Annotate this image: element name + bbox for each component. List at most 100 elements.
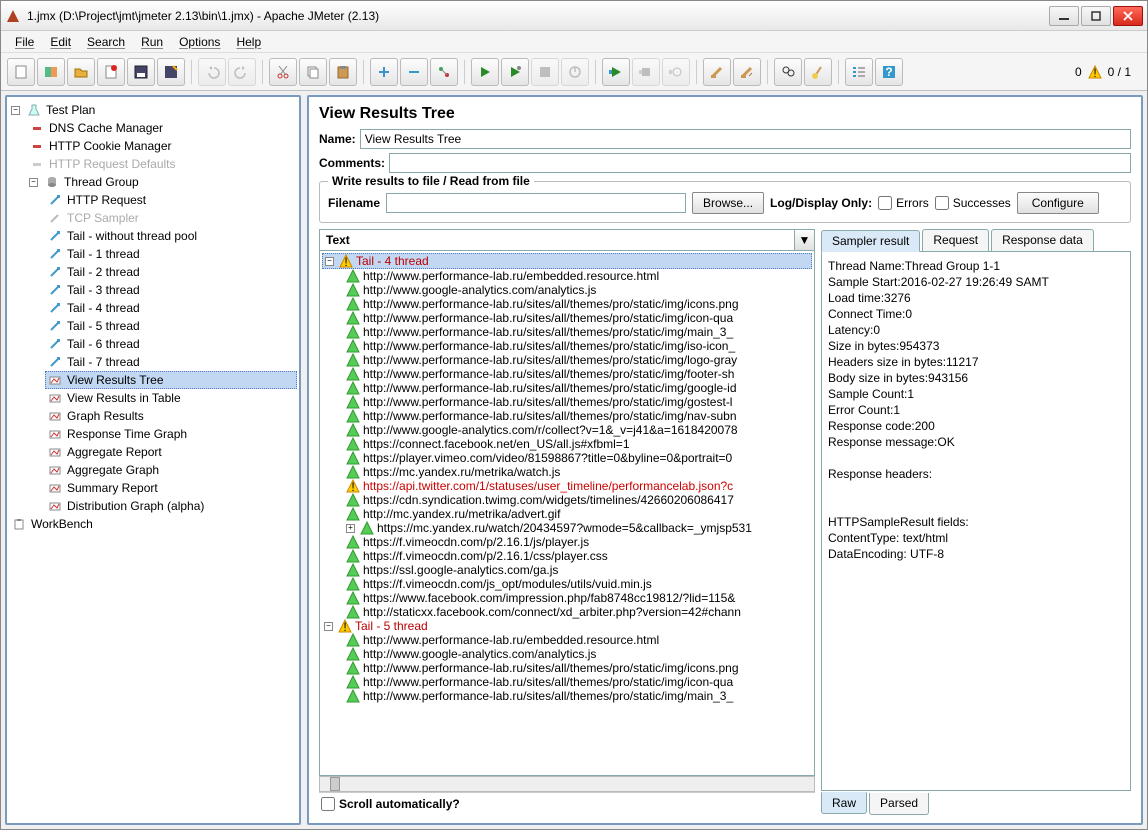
- tree-listener[interactable]: View Results Tree: [45, 371, 297, 389]
- renderer-combo[interactable]: Text ▼: [319, 229, 815, 251]
- save-button[interactable]: [127, 58, 155, 86]
- tree-listener[interactable]: Distribution Graph (alpha): [45, 497, 297, 515]
- tree-listener[interactable]: View Results in Table: [45, 389, 297, 407]
- remote-start-button[interactable]: [602, 58, 630, 86]
- expand-button[interactable]: [370, 58, 398, 86]
- close-file-button[interactable]: [97, 58, 125, 86]
- tree-listener[interactable]: Summary Report: [45, 479, 297, 497]
- result-item[interactable]: http://www.performance-lab.ru/sites/all/…: [344, 311, 812, 325]
- result-item[interactable]: https://f.vimeocdn.com/js_opt/modules/ut…: [344, 577, 812, 591]
- configure-button[interactable]: Configure: [1017, 192, 1099, 214]
- toggle-icon[interactable]: −: [325, 257, 334, 266]
- tab-response-data[interactable]: Response data: [991, 229, 1094, 251]
- tree-tail[interactable]: Tail - 4 thread: [45, 299, 297, 317]
- name-input[interactable]: [360, 129, 1131, 149]
- toggle-icon[interactable]: +: [346, 524, 355, 533]
- result-item[interactable]: https://www.facebook.com/impression.php/…: [344, 591, 812, 605]
- tree-dns[interactable]: DNS Cache Manager: [27, 119, 297, 137]
- toggle-icon[interactable]: −: [29, 178, 38, 187]
- stop-button[interactable]: [531, 58, 559, 86]
- comments-input[interactable]: [389, 153, 1131, 173]
- tab-request[interactable]: Request: [922, 229, 989, 251]
- reset-search-button[interactable]: [804, 58, 832, 86]
- result-item[interactable]: http://www.performance-lab.ru/sites/all/…: [344, 381, 812, 395]
- tree-listener[interactable]: Graph Results: [45, 407, 297, 425]
- tree-listener[interactable]: Aggregate Graph: [45, 461, 297, 479]
- tree-tail[interactable]: Tail - without thread pool: [45, 227, 297, 245]
- results-tree[interactable]: −!Tail - 4 threadhttp://www.performance-…: [319, 251, 815, 776]
- templates-button[interactable]: [37, 58, 65, 86]
- paste-button[interactable]: [329, 58, 357, 86]
- redo-button[interactable]: [228, 58, 256, 86]
- filename-input[interactable]: [386, 193, 686, 213]
- tree-tail[interactable]: Tail - 3 thread: [45, 281, 297, 299]
- open-button[interactable]: [67, 58, 95, 86]
- collapse-button[interactable]: [400, 58, 428, 86]
- result-item[interactable]: http://www.google-analytics.com/analytic…: [344, 647, 812, 661]
- result-item[interactable]: http://www.performance-lab.ru/sites/all/…: [344, 353, 812, 367]
- menu-options[interactable]: Options: [171, 32, 228, 52]
- shutdown-button[interactable]: [561, 58, 589, 86]
- cut-button[interactable]: [269, 58, 297, 86]
- start-no-timers-button[interactable]: [501, 58, 529, 86]
- result-group[interactable]: −!Tail - 5 thread: [322, 619, 812, 633]
- remote-shutdown-button[interactable]: [662, 58, 690, 86]
- errors-checkbox[interactable]: Errors: [878, 196, 929, 210]
- tree-listener[interactable]: Aggregate Report: [45, 443, 297, 461]
- menu-file[interactable]: File: [7, 32, 42, 52]
- result-item[interactable]: https://ssl.google-analytics.com/ga.js: [344, 563, 812, 577]
- result-item[interactable]: http://www.performance-lab.ru/sites/all/…: [344, 675, 812, 689]
- clear-all-button[interactable]: [733, 58, 761, 86]
- browse-button[interactable]: Browse...: [692, 192, 764, 214]
- undo-button[interactable]: [198, 58, 226, 86]
- toggle-icon[interactable]: −: [11, 106, 20, 115]
- new-button[interactable]: [7, 58, 35, 86]
- result-item[interactable]: http://www.performance-lab.ru/embedded.r…: [344, 633, 812, 647]
- result-item[interactable]: http://www.performance-lab.ru/sites/all/…: [344, 689, 812, 703]
- tree-defaults[interactable]: HTTP Request Defaults: [27, 155, 297, 173]
- result-item[interactable]: http://www.performance-lab.ru/sites/all/…: [344, 367, 812, 381]
- sampler-result-body[interactable]: Thread Name:Thread Group 1-1 Sample Star…: [821, 251, 1131, 791]
- result-item[interactable]: http://www.google-analytics.com/r/collec…: [344, 423, 812, 437]
- menu-search[interactable]: Search: [79, 32, 133, 52]
- toggle-icon[interactable]: −: [324, 622, 333, 631]
- help-button[interactable]: ?: [875, 58, 903, 86]
- result-item[interactable]: http://www.performance-lab.ru/embedded.r…: [344, 269, 812, 283]
- result-item[interactable]: https://player.vimeo.com/video/81598867?…: [344, 451, 812, 465]
- maximize-button[interactable]: [1081, 6, 1111, 26]
- result-group[interactable]: −!Tail - 4 thread: [322, 253, 812, 269]
- tree-tail[interactable]: Tail - 5 thread: [45, 317, 297, 335]
- result-item[interactable]: http://www.performance-lab.ru/sites/all/…: [344, 661, 812, 675]
- function-helper-button[interactable]: [845, 58, 873, 86]
- tree-panel[interactable]: −Test Plan DNS Cache Manager HTTP Cookie…: [5, 95, 301, 825]
- result-item[interactable]: http://staticxx.facebook.com/connect/xd_…: [344, 605, 812, 619]
- scroll-auto-checkbox[interactable]: Scroll automatically?: [321, 797, 460, 811]
- horizontal-scrollbar[interactable]: [319, 776, 815, 792]
- tree-tail[interactable]: Tail - 2 thread: [45, 263, 297, 281]
- result-item[interactable]: +https://mc.yandex.ru/watch/20434597?wmo…: [344, 521, 812, 535]
- result-item[interactable]: http://www.performance-lab.ru/sites/all/…: [344, 297, 812, 311]
- toggle-button[interactable]: [430, 58, 458, 86]
- result-item[interactable]: http://mc.yandex.ru/metrika/advert.gif: [344, 507, 812, 521]
- result-item[interactable]: http://www.performance-lab.ru/sites/all/…: [344, 395, 812, 409]
- tree-tail[interactable]: Tail - 7 thread: [45, 353, 297, 371]
- close-button[interactable]: [1113, 6, 1143, 26]
- result-item[interactable]: https://f.vimeocdn.com/p/2.16.1/css/play…: [344, 549, 812, 563]
- clear-button[interactable]: [703, 58, 731, 86]
- search-button[interactable]: [774, 58, 802, 86]
- result-item[interactable]: http://www.performance-lab.ru/sites/all/…: [344, 339, 812, 353]
- tab-raw[interactable]: Raw: [821, 792, 867, 814]
- result-item[interactable]: http://www.performance-lab.ru/sites/all/…: [344, 325, 812, 339]
- copy-button[interactable]: [299, 58, 327, 86]
- minimize-button[interactable]: [1049, 6, 1079, 26]
- tab-sampler-result[interactable]: Sampler result: [821, 230, 920, 252]
- menu-edit[interactable]: Edit: [42, 32, 79, 52]
- result-item[interactable]: https://f.vimeocdn.com/p/2.16.1/js/playe…: [344, 535, 812, 549]
- result-item[interactable]: https://mc.yandex.ru/metrika/watch.js: [344, 465, 812, 479]
- tree-httprequest[interactable]: HTTP Request: [45, 191, 297, 209]
- result-item[interactable]: http://www.google-analytics.com/analytic…: [344, 283, 812, 297]
- menu-help[interactable]: Help: [228, 32, 269, 52]
- remote-stop-button[interactable]: [632, 58, 660, 86]
- tab-parsed[interactable]: Parsed: [869, 793, 929, 815]
- chevron-down-icon[interactable]: ▼: [794, 230, 814, 250]
